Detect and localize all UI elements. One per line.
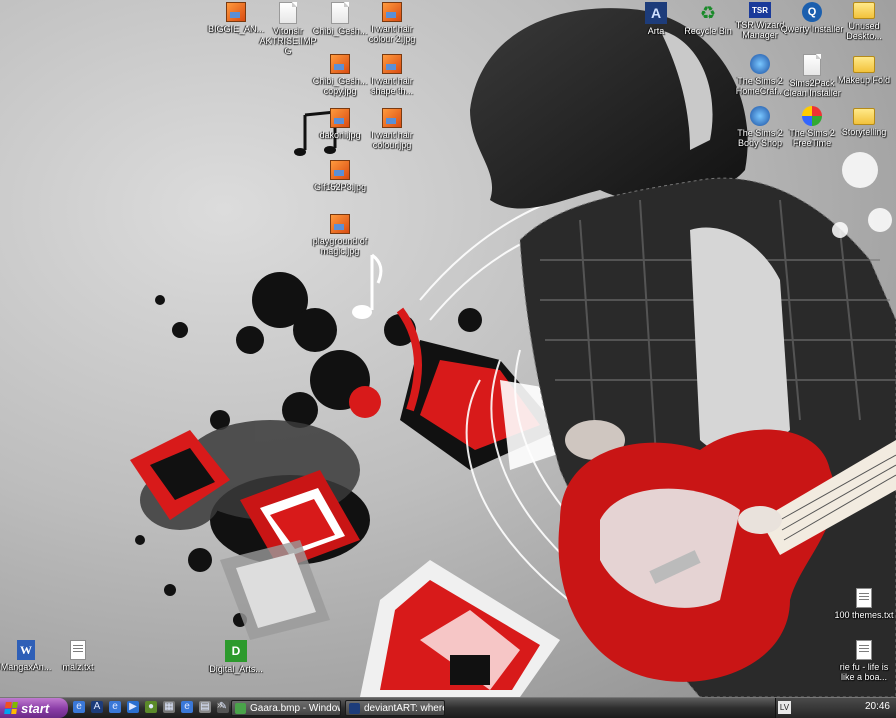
image-file-icon [330, 54, 350, 74]
recycle-bin-icon: ♻ [699, 2, 717, 23]
desktop-icon-hair-colour-2[interactable]: I want hair colour 2.jpg [360, 2, 424, 44]
chevron-icon[interactable]: » [217, 700, 223, 711]
image-file-icon [330, 160, 350, 180]
qwerty-installer-icon: Q [802, 2, 822, 22]
installer-icon [803, 54, 821, 76]
internet-explorer-icon[interactable]: e [109, 701, 121, 713]
image-file-icon [382, 2, 402, 22]
poster [360, 560, 560, 697]
text-file-icon [856, 588, 872, 608]
word-document-icon: W [17, 640, 35, 660]
desktop-icon-unused-folder[interactable]: Unused Deskto... [832, 2, 896, 41]
media-player-icon[interactable]: ▶ [127, 701, 139, 713]
desktop-icon-rie-fu[interactable]: rie fu - life is like a boa... [832, 640, 896, 682]
image-viewer-icon [235, 703, 246, 714]
desktop-icon-hair-colour[interactable]: I want hair colour.jpg [360, 108, 424, 150]
language-indicator[interactable]: LV [778, 701, 791, 714]
desktop[interactable]: BIGGIE_AN... Vitonsir AKTRISE.IMPG Chibi… [0, 0, 896, 697]
image-file-icon [226, 2, 246, 22]
taskbar-item-deviantart[interactable]: deviantART: where A... [345, 700, 445, 716]
image-file-icon [330, 214, 350, 234]
show-desktop-icon[interactable]: ▦ [163, 701, 175, 713]
arta-icon[interactable]: A [91, 701, 103, 713]
desktop-icon-hair-shape[interactable]: I want hair shape th... [360, 54, 424, 96]
folder-icon[interactable]: ▤ [199, 701, 211, 713]
taskbar: start e A e ▶ ● ▦ e ▤ ✎ » Gaara.bmp - Wi… [0, 697, 896, 718]
arta-icon: A [645, 2, 667, 24]
image-file-icon [330, 108, 350, 128]
image-file-icon [382, 108, 402, 128]
desktop-icon-storytelling[interactable]: Storytelling [832, 108, 896, 137]
sims-icon [750, 54, 770, 74]
folder-icon [853, 108, 875, 125]
messenger-icon[interactable]: ● [145, 701, 157, 713]
arta-icon [349, 703, 360, 714]
image-file-icon [382, 54, 402, 74]
windows-logo-icon [4, 702, 18, 714]
digital-arts-icon: D [225, 640, 247, 662]
desktop-icon-digital-arts[interactable]: D Digital_Arts... [204, 640, 268, 674]
wallpaper [130, 8, 896, 697]
taskbar-item-gaara[interactable]: Gaara.bmp - Window... [231, 700, 341, 716]
desktop-icon-gif[interactable]: Gif152P3.jpg [308, 160, 372, 192]
folder-icon [853, 2, 875, 19]
tsr-icon: TSR [749, 2, 771, 18]
sims-icon [750, 106, 770, 126]
sims-freetime-icon [802, 106, 822, 126]
start-button[interactable]: start [0, 698, 68, 718]
desktop-icon-makeup-folder[interactable]: Makeup Fold [832, 56, 896, 85]
quick-launch: e A e ▶ ● ▦ e ▤ ✎ [73, 701, 229, 713]
desktop-icon-playground[interactable]: playground of magic.jpg [308, 214, 372, 256]
file-icon [279, 2, 297, 24]
text-file-icon [70, 640, 86, 660]
desktop-icon-100-themes[interactable]: 100 themes.txt [832, 588, 896, 620]
desktop-icon-malz[interactable]: malz.txt [46, 640, 110, 672]
clock[interactable]: 20:46 [865, 701, 890, 712]
internet-explorer-icon[interactable]: e [181, 701, 193, 713]
file-icon [331, 2, 349, 24]
folder-icon [853, 56, 875, 73]
text-file-icon [856, 640, 872, 660]
internet-explorer-icon[interactable]: e [73, 701, 85, 713]
